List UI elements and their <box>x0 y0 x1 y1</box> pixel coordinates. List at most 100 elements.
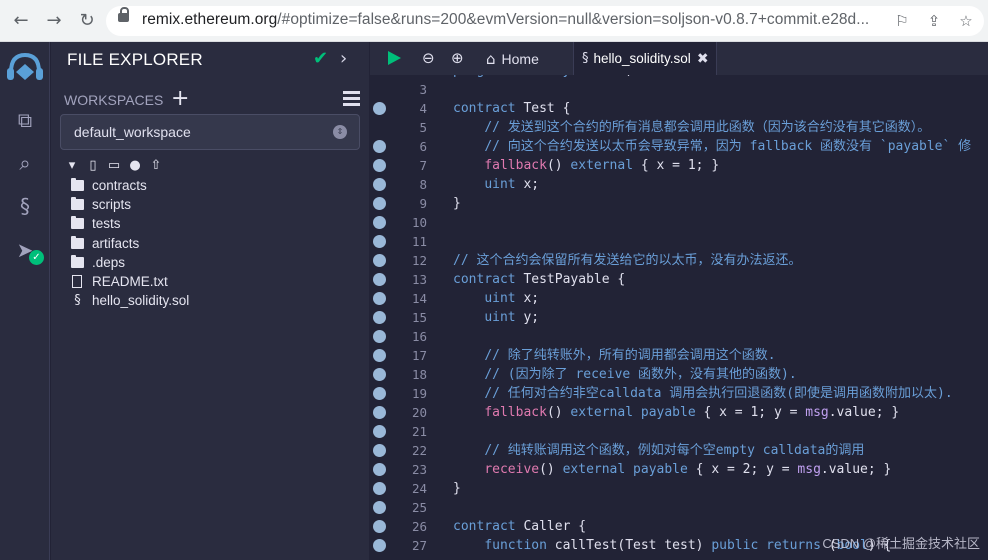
workspace-select[interactable]: default_workspace ⇕ <box>60 114 360 150</box>
breakpoint-dot-icon[interactable] <box>373 197 386 210</box>
code-line[interactable]: 13 contract TestPayable { <box>370 270 988 289</box>
address-bar[interactable]: remix.ethereum.org/#optimize=false&runs=… <box>106 6 984 36</box>
tree-item-label: README.txt <box>92 274 168 289</box>
code-line[interactable]: 11 <box>370 232 988 251</box>
tree-item-readme[interactable]: README.txt <box>71 272 168 291</box>
deploy-run-icon[interactable]: ➤ <box>11 236 39 264</box>
new-file-icon[interactable]: ▯ <box>85 158 101 173</box>
chevron-right-icon[interactable]: › <box>340 48 347 69</box>
code-line[interactable]: 16 <box>370 327 988 346</box>
back-arrow-icon[interactable]: ← <box>9 9 33 33</box>
breakpoint-dot-icon[interactable] <box>373 444 386 457</box>
code-editor[interactable]: 2pragma solidity ^0.8.0;34contract Test … <box>370 75 988 560</box>
tree-item-deps[interactable]: .deps <box>71 253 125 272</box>
breakpoint-dot-icon[interactable] <box>373 463 386 476</box>
code-line[interactable]: 24} <box>370 479 988 498</box>
breakpoint-dot-icon[interactable] <box>373 482 386 495</box>
code-line[interactable]: 12 // 这个合约会保留所有发送给它的以太币，没有办法返还。 <box>370 251 988 270</box>
tree-item-scripts[interactable]: scripts <box>71 195 131 214</box>
bookmark-star-icon[interactable]: ☆ <box>956 10 976 32</box>
breakpoint-dot-icon[interactable] <box>373 273 386 286</box>
tree-item-tests[interactable]: tests <box>71 214 121 233</box>
line-number: 22 <box>411 443 427 458</box>
workspace-menu-icon[interactable] <box>343 91 360 106</box>
code-text: fallback() external { x = 1; } <box>484 158 720 173</box>
upload-icon[interactable]: ⇧ <box>148 158 164 173</box>
code-line[interactable]: 18 // (因为除了 receive 函数外，没有其他的函数). <box>370 365 988 384</box>
breakpoint-dot-icon[interactable] <box>373 406 386 419</box>
breakpoint-dot-icon[interactable] <box>373 539 386 552</box>
code-line[interactable]: 6 // 向这个合约发送以太币会导致异常，因为 fallback 函数没有 `p… <box>370 137 988 156</box>
folder-icon <box>71 197 84 210</box>
breakpoint-dot-icon[interactable] <box>373 216 386 229</box>
code-line[interactable]: 22 // 纯转账调用这个函数，例如对每个空empty calldata的调用 <box>370 441 988 460</box>
tab-file-label: hello_solidity.sol <box>593 51 691 66</box>
breakpoint-dot-icon[interactable] <box>373 501 386 514</box>
breakpoint-dot-icon[interactable] <box>373 102 386 115</box>
line-number: 15 <box>411 310 427 325</box>
github-icon[interactable]: ● <box>127 158 143 173</box>
line-number: 6 <box>419 139 427 154</box>
breakpoint-dot-icon[interactable] <box>373 235 386 248</box>
code-line[interactable]: 9} <box>370 194 988 213</box>
code-line[interactable]: 23 receive() external payable { x = 2; y… <box>370 460 988 479</box>
code-line[interactable]: 5 // 发送到这个合约的所有消息都会调用此函数（因为该合约没有其它函数）。 <box>370 118 988 137</box>
breakpoint-dot-icon[interactable] <box>373 425 386 438</box>
caret-down-icon[interactable]: ▾ <box>64 158 80 173</box>
breakpoint-dot-icon[interactable] <box>373 140 386 153</box>
breakpoint-dot-icon[interactable] <box>373 292 386 305</box>
remix-logo-icon[interactable] <box>5 50 45 84</box>
run-play-icon[interactable] <box>388 51 401 65</box>
breakpoint-dot-icon[interactable] <box>373 368 386 381</box>
line-number: 3 <box>419 82 427 97</box>
line-number: 12 <box>411 253 427 268</box>
code-line[interactable]: 17 // 除了纯转账外，所有的调用都会调用这个函数. <box>370 346 988 365</box>
code-line[interactable]: 21 <box>370 422 988 441</box>
code-line[interactable]: 25 <box>370 498 988 517</box>
reload-icon[interactable]: ↻ <box>75 9 99 33</box>
file-icon <box>72 275 82 288</box>
tree-item-contracts[interactable]: contracts <box>71 176 147 195</box>
forward-arrow-icon[interactable]: → <box>42 9 66 33</box>
breakpoint-dot-icon[interactable] <box>373 159 386 172</box>
url-text[interactable]: remix.ethereum.org/#optimize=false&runs=… <box>142 11 869 29</box>
breakpoint-dot-icon[interactable] <box>373 311 386 324</box>
breakpoint-dot-icon[interactable] <box>373 387 386 400</box>
breakpoint-dot-icon[interactable] <box>373 330 386 343</box>
zoom-out-icon[interactable]: ⊖ <box>422 49 435 67</box>
breakpoint-dot-icon[interactable] <box>373 520 386 533</box>
breakpoint-dot-icon[interactable] <box>373 254 386 267</box>
code-line[interactable]: 10 <box>370 213 988 232</box>
breakpoint-dot-icon[interactable] <box>373 178 386 191</box>
code-text: fallback() external payable { x = 1; y =… <box>484 405 900 420</box>
breakpoint-dot-icon[interactable] <box>373 349 386 362</box>
code-line[interactable]: 8 uint x; <box>370 175 988 194</box>
search-icon[interactable]: ⌕ <box>11 149 39 177</box>
zoom-in-icon[interactable]: ⊕ <box>451 49 464 67</box>
tree-item-artifacts[interactable]: artifacts <box>71 234 139 253</box>
new-folder-icon[interactable]: ▭ <box>106 158 122 173</box>
translate-icon[interactable]: ⚐ <box>892 10 912 32</box>
tab-hello-solidity[interactable]: § hello_solidity.sol ✖ <box>573 42 717 75</box>
code-line[interactable]: 4 contract Test { <box>370 99 988 118</box>
code-line[interactable]: 20 fallback() external payable { x = 1; … <box>370 403 988 422</box>
add-workspace-icon[interactable]: + <box>171 86 189 111</box>
close-icon[interactable]: ✖ <box>697 51 709 67</box>
code-text: // 任何对合约非空calldata 调用会执行回退函数(即使是调用函数附加以太… <box>484 386 953 401</box>
workspace-select-value: default_workspace <box>74 124 191 140</box>
code-line[interactable]: 14 uint x; <box>370 289 988 308</box>
code-line[interactable]: 7 fallback() external { x = 1; } <box>370 156 988 175</box>
lock-icon[interactable] <box>118 7 129 22</box>
code-line[interactable]: 15 uint y; <box>370 308 988 327</box>
file-explorer-panel: FILE EXPLORER ✔ › WORKSPACES + default_w… <box>51 42 369 560</box>
code-text: // 这个合约会保留所有发送给它的以太币，没有办法返还。 <box>453 253 802 268</box>
file-explorer-icon[interactable]: ⧉ <box>11 106 39 134</box>
tree-item-hello-solidity[interactable]: § hello_solidity.sol <box>71 291 189 310</box>
code-text: contract Caller { <box>453 519 587 534</box>
code-line[interactable]: 19 // 任何对合约非空calldata 调用会执行回退函数(即使是调用函数附… <box>370 384 988 403</box>
line-number: 18 <box>411 367 427 382</box>
solidity-compiler-icon[interactable]: § <box>11 192 39 220</box>
share-icon[interactable]: ⇪ <box>924 10 944 32</box>
tab-home[interactable]: ⌂ Home <box>486 42 539 75</box>
code-line[interactable]: 3 <box>370 80 988 99</box>
